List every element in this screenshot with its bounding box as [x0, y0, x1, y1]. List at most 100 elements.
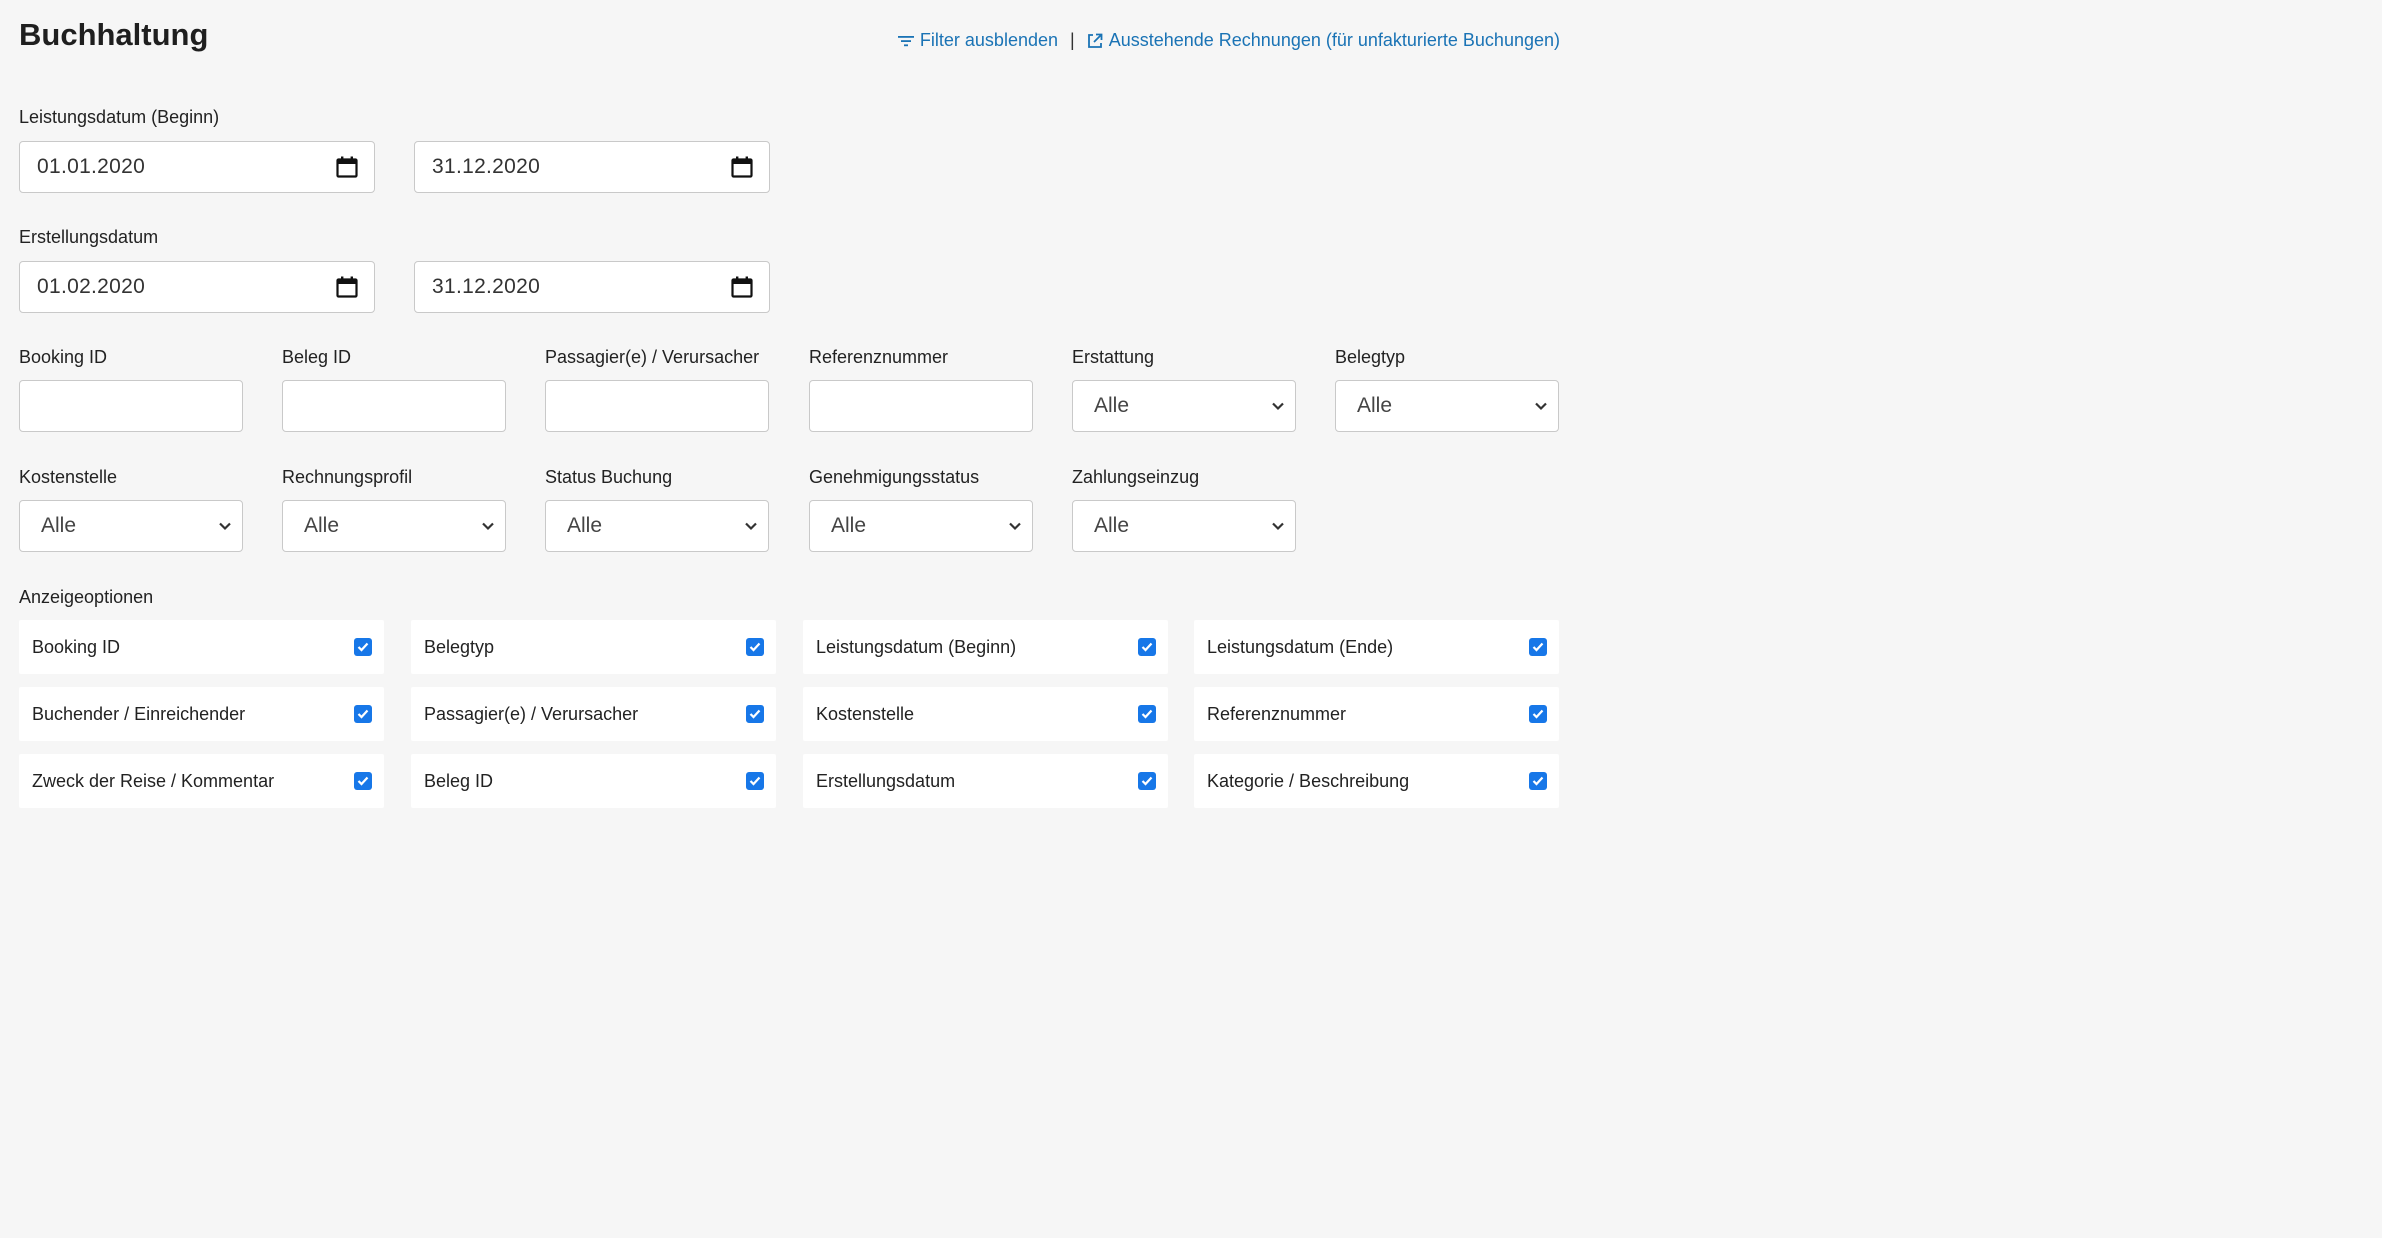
chevron-down-icon [1272, 402, 1284, 411]
option-label: Booking ID [32, 636, 121, 657]
passenger-label: Passagier(e) / Verursacher [545, 347, 760, 367]
option-checkbox[interactable] [1138, 772, 1156, 790]
booking-id-input[interactable] [19, 380, 243, 432]
option-checkbox[interactable] [1529, 638, 1547, 656]
display-option-service-date-end[interactable]: Leistungsdatum (Ende) [1194, 620, 1559, 674]
display-option-booking-id[interactable]: Booking ID [19, 620, 384, 674]
option-label: Buchender / Einreichender [32, 703, 246, 724]
option-label: Erstellungsdatum [816, 770, 956, 791]
header-actions: Filter ausblenden | Ausstehende Rechnung… [897, 30, 1560, 51]
display-option-service-date-start[interactable]: Leistungsdatum (Beginn) [803, 620, 1168, 674]
checkmark-icon [749, 709, 761, 719]
filter-toggle-label: Filter ausblenden [919, 30, 1058, 50]
option-label: Leistungsdatum (Ende) [1207, 636, 1394, 657]
checkmark-icon [1141, 642, 1153, 652]
chevron-down-icon [745, 522, 757, 531]
external-link-icon [1087, 33, 1103, 48]
option-checkbox[interactable] [1138, 705, 1156, 723]
checkmark-icon [357, 709, 369, 719]
display-option-passenger[interactable]: Passagier(e) / Verursacher [411, 687, 776, 741]
payment-collection-select[interactable]: Alle [1072, 500, 1296, 552]
option-label: Belegtyp [424, 636, 495, 657]
calendar-icon[interactable] [336, 276, 358, 298]
booking-status-label: Status Buchung [545, 467, 673, 487]
passenger-input[interactable] [545, 380, 769, 432]
calendar-icon[interactable] [731, 276, 753, 298]
approval-status-select[interactable]: Alle [809, 500, 1033, 552]
option-label: Referenznummer [1207, 703, 1347, 724]
payment-collection-label: Zahlungseinzug [1072, 467, 1200, 487]
refund-label: Erstattung [1072, 347, 1155, 367]
cost-center-select[interactable]: Alle [19, 500, 243, 552]
calendar-icon[interactable] [336, 156, 358, 178]
reference-number-label: Referenznummer [809, 347, 949, 367]
created-date-from-value: 01.02.2020 [37, 275, 146, 298]
refund-selected-value: Alle [1094, 394, 1130, 417]
accounting-page: Buchhaltung Filter ausblenden | Ausstehe… [0, 0, 1568, 815]
service-date-label: Leistungsdatum (Beginn) [19, 107, 220, 127]
receipt-type-label: Belegtyp [1335, 347, 1406, 367]
option-checkbox[interactable] [746, 638, 764, 656]
receipt-type-select[interactable]: Alle [1335, 380, 1559, 432]
display-option-category[interactable]: Kategorie / Beschreibung [1194, 754, 1559, 808]
option-label: Leistungsdatum (Beginn) [816, 636, 1017, 657]
display-option-trip-purpose[interactable]: Zweck der Reise / Kommentar [19, 754, 384, 808]
created-date-label: Erstellungsdatum [19, 227, 159, 247]
approval-status-selected-value: Alle [831, 514, 867, 537]
invoice-profile-select[interactable]: Alle [282, 500, 506, 552]
receipt-id-input[interactable] [282, 380, 506, 432]
filter-icon [897, 35, 914, 46]
option-checkbox[interactable] [354, 638, 372, 656]
chevron-down-icon [1009, 522, 1021, 531]
reference-number-input[interactable] [809, 380, 1033, 432]
service-date-to-input[interactable]: 31.12.2020 [414, 141, 770, 193]
option-label: Zweck der Reise / Kommentar [32, 770, 275, 791]
checkmark-icon [1141, 776, 1153, 786]
option-checkbox[interactable] [354, 772, 372, 790]
created-date-to-input[interactable]: 31.12.2020 [414, 261, 770, 313]
receipt-id-label: Beleg ID [282, 347, 352, 367]
header-separator: | [1070, 30, 1075, 50]
checkmark-icon [1532, 776, 1544, 786]
display-option-reference-number[interactable]: Referenznummer [1194, 687, 1559, 741]
cost-center-selected-value: Alle [41, 514, 77, 537]
approval-status-label: Genehmigungsstatus [809, 467, 980, 487]
option-checkbox[interactable] [1138, 638, 1156, 656]
chevron-down-icon [482, 522, 494, 531]
service-date-to-value: 31.12.2020 [432, 155, 541, 178]
invoice-profile-selected-value: Alle [304, 514, 340, 537]
checkmark-icon [749, 776, 761, 786]
checkmark-icon [1532, 709, 1544, 719]
display-option-receipt-id[interactable]: Beleg ID [411, 754, 776, 808]
cost-center-label: Kostenstelle [19, 467, 118, 487]
option-label: Kostenstelle [816, 703, 915, 724]
booking-status-selected-value: Alle [567, 514, 603, 537]
checkmark-icon [1532, 642, 1544, 652]
option-label: Kategorie / Beschreibung [1207, 770, 1410, 791]
chevron-down-icon [1272, 522, 1284, 531]
filter-toggle-link[interactable]: Filter ausblenden [897, 30, 1058, 51]
option-checkbox[interactable] [746, 772, 764, 790]
checkmark-icon [749, 642, 761, 652]
pending-invoices-label: Ausstehende Rechnungen (für unfakturiert… [1108, 30, 1560, 50]
calendar-icon[interactable] [731, 156, 753, 178]
option-label: Passagier(e) / Verursacher [424, 703, 639, 724]
created-date-from-input[interactable]: 01.02.2020 [19, 261, 375, 313]
display-options-label: Anzeigeoptionen [19, 587, 154, 607]
option-checkbox[interactable] [1529, 772, 1547, 790]
booking-id-label: Booking ID [19, 347, 108, 367]
option-checkbox[interactable] [1529, 705, 1547, 723]
refund-select[interactable]: Alle [1072, 380, 1296, 432]
service-date-from-value: 01.01.2020 [37, 155, 146, 178]
display-option-receipt-type[interactable]: Belegtyp [411, 620, 776, 674]
pending-invoices-link[interactable]: Ausstehende Rechnungen (für unfakturiert… [1087, 30, 1560, 51]
checkmark-icon [357, 642, 369, 652]
option-checkbox[interactable] [354, 705, 372, 723]
option-checkbox[interactable] [746, 705, 764, 723]
booking-status-select[interactable]: Alle [545, 500, 769, 552]
display-option-created-date[interactable]: Erstellungsdatum [803, 754, 1168, 808]
display-option-booker[interactable]: Buchender / Einreichender [19, 687, 384, 741]
display-option-cost-center[interactable]: Kostenstelle [803, 687, 1168, 741]
receipt-type-selected-value: Alle [1357, 394, 1393, 417]
service-date-from-input[interactable]: 01.01.2020 [19, 141, 375, 193]
